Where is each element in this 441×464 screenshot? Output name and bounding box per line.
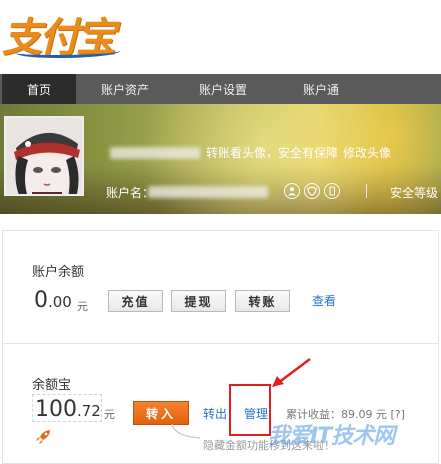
yuebao-title: 余额宝 <box>32 378 72 393</box>
avatar-illustration <box>6 118 82 194</box>
account-name-label: 账户名： <box>106 186 155 200</box>
nav-item-assets[interactable]: 账户资产 <box>76 74 174 104</box>
balance-amount: 0.00 <box>34 288 72 313</box>
transfer-out-link[interactable]: 转出 <box>203 405 227 422</box>
nav-item-settings[interactable]: 账户设置 <box>174 74 272 104</box>
user-icon[interactable] <box>284 183 300 199</box>
alipay-logo[interactable]: 支付宝 <box>2 6 120 62</box>
separator <box>366 184 367 198</box>
security-level-label[interactable]: 安全等级 <box>390 184 438 201</box>
balance-amount-int: 0 <box>34 288 48 313</box>
recharge-button[interactable]: 充值 <box>108 290 163 312</box>
annotation-box <box>229 384 271 436</box>
yuebao-amount-dec: .72 <box>77 402 101 420</box>
balance-unit: 元 <box>77 300 88 313</box>
masked-account-name <box>148 186 268 198</box>
balance-title: 账户余额 <box>32 265 85 280</box>
header: 支付宝 <box>0 0 441 74</box>
avatar[interactable] <box>4 116 84 196</box>
masked-username <box>110 147 200 159</box>
change-avatar-link[interactable]: 修改头像 <box>343 144 391 161</box>
nav-item-account-pass[interactable]: 账户通 <box>272 74 370 104</box>
transfer-button[interactable]: 转账 <box>235 290 290 312</box>
profile-banner: 转账看头像，安全有保障 修改头像 账户名： 安全等级 <box>0 104 441 214</box>
watermark: 我爱IT技术网 <box>268 424 395 449</box>
balance-amount-dec: .00 <box>48 293 72 311</box>
annotation-arrow <box>272 358 311 387</box>
phone-icon[interactable] <box>324 183 340 199</box>
rocket-icon <box>34 428 52 446</box>
section-divider <box>2 343 439 344</box>
avatar-prompt: 转账看头像，安全有保障 <box>206 146 339 160</box>
yuebao-amount-int: 100 <box>35 397 77 422</box>
shield-icon[interactable] <box>304 183 320 199</box>
view-link[interactable]: 查看 <box>312 292 336 309</box>
yuebao-amount: 100.72 <box>35 397 101 422</box>
main-nav: 首页 账户资产 账户设置 账户通 <box>0 74 441 104</box>
yuebao-unit: 元 <box>104 408 115 421</box>
nav-item-home[interactable]: 首页 <box>2 74 76 104</box>
notice-arrow <box>171 423 201 439</box>
withdraw-button[interactable]: 提现 <box>171 290 226 312</box>
